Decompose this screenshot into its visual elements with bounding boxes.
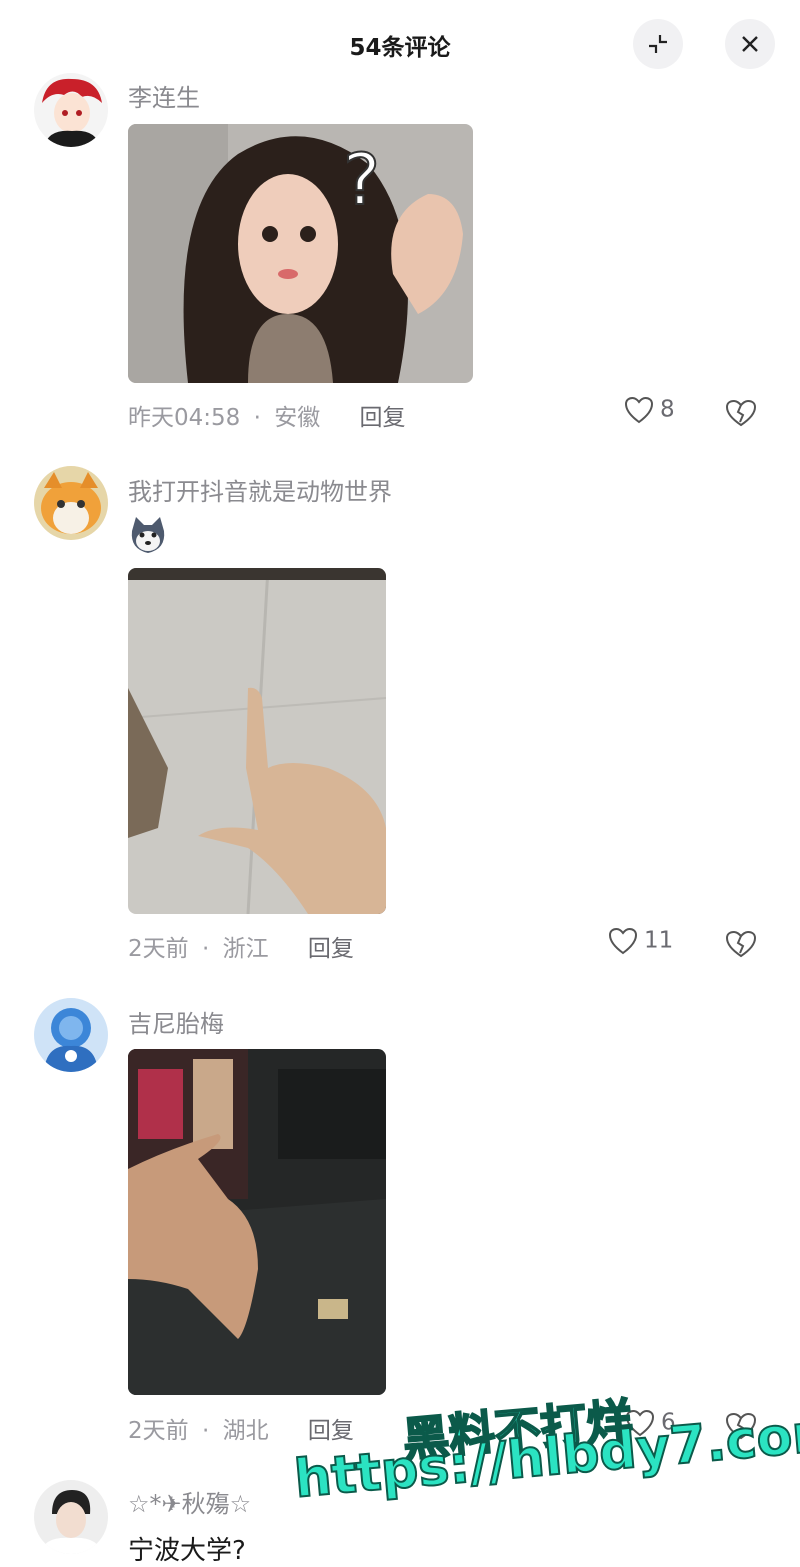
comment-time: 2天前 — [128, 936, 189, 962]
minimize-button[interactable] — [633, 19, 683, 69]
comment-meta: 2天前 · 湖北 回复 — [128, 1411, 354, 1445]
dislike-button[interactable] — [724, 929, 758, 963]
broken-heart-icon — [725, 930, 757, 958]
separator: · — [253, 405, 261, 431]
husky-emoji-icon — [128, 515, 168, 555]
username[interactable]: ☆*✈秋殤☆ — [128, 1484, 251, 1519]
comment-image[interactable]: ? — [128, 124, 473, 383]
reply-button[interactable]: 回复 — [360, 405, 406, 431]
like-count: 8 — [660, 396, 675, 423]
avatar[interactable] — [34, 466, 108, 540]
avatar[interactable] — [34, 73, 108, 147]
comment-text: 宁波大学? — [128, 1536, 246, 1566]
comment-image[interactable] — [128, 568, 386, 914]
reply-button[interactable]: 回复 — [308, 936, 354, 962]
comment-location: 安徽 — [274, 405, 321, 431]
comment-meta: 昨天04:58 · 安徽 回复 — [128, 398, 406, 432]
avatar[interactable] — [34, 998, 108, 1072]
heart-icon — [624, 396, 654, 424]
heart-icon — [608, 927, 638, 955]
reply-button[interactable]: 回复 — [308, 1418, 354, 1444]
comment-time: 昨天04:58 — [128, 405, 241, 431]
comment-image[interactable] — [128, 1049, 386, 1395]
svg-text:?: ? — [343, 139, 380, 221]
avatar[interactable] — [34, 1480, 108, 1554]
separator: · — [201, 936, 210, 962]
comment-location: 浙江 — [222, 936, 269, 962]
comment-location: 湖北 — [222, 1418, 269, 1444]
dislike-button[interactable] — [724, 398, 758, 432]
broken-heart-icon — [725, 399, 757, 427]
username[interactable]: 我打开抖音就是动物世界 — [128, 472, 392, 507]
like-button[interactable]: 11 — [608, 927, 673, 955]
close-icon — [742, 36, 758, 52]
username[interactable]: 李连生 — [128, 78, 200, 113]
separator: · — [201, 1418, 210, 1444]
close-button[interactable] — [725, 19, 775, 69]
comments-header: 54条评论 — [0, 0, 800, 88]
comment-meta: 2天前 · 浙江 回复 — [128, 929, 354, 963]
like-count: 11 — [644, 927, 674, 954]
like-button[interactable]: 8 — [624, 396, 675, 424]
minimize-icon — [649, 35, 667, 53]
comment-time: 2天前 — [128, 1418, 189, 1444]
username[interactable]: 吉尼胎梅 — [128, 1004, 224, 1039]
